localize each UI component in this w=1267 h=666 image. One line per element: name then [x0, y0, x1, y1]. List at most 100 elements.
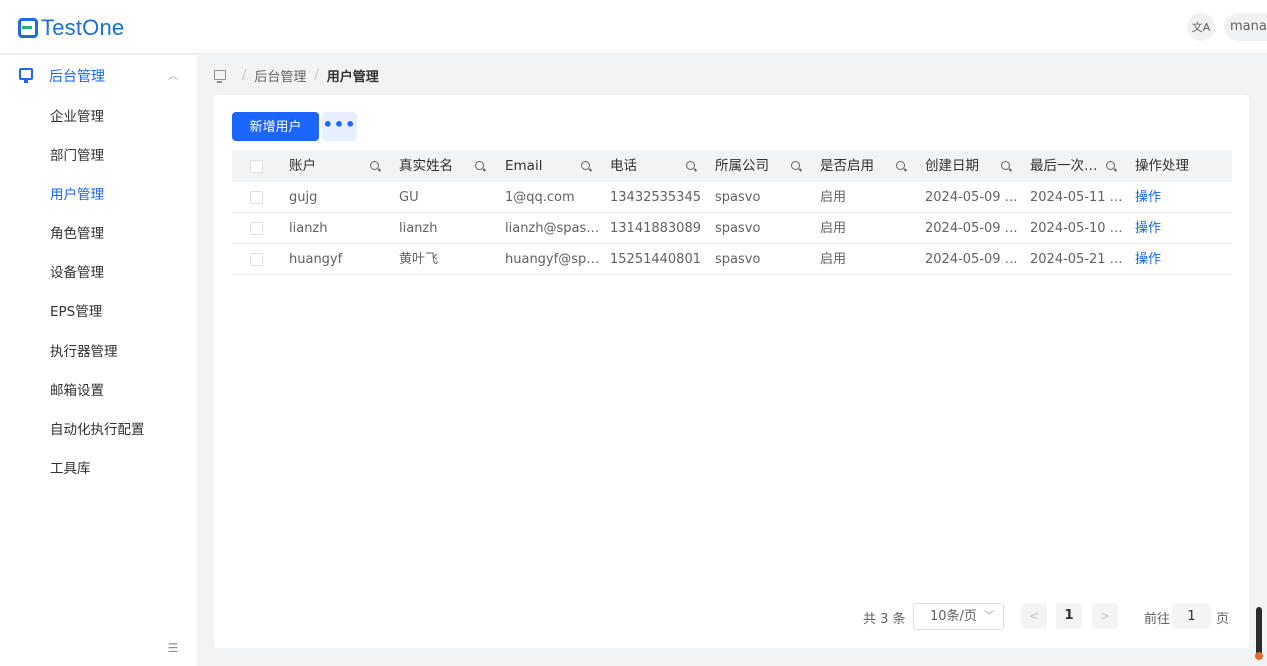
column-header-account: 账户	[289, 158, 316, 174]
sidebar-item-label: 企业管理	[50, 109, 104, 125]
breadcrumb-current: 用户管理	[326, 69, 379, 85]
goto-label: 前往	[1144, 612, 1171, 627]
column-header-actions: 操作处理	[1135, 158, 1189, 174]
sidebar: 后台管理 ︿ 企业管理 部门管理 用户管理 角色管理 设备管理 EPS管理 执行…	[0, 55, 197, 666]
page-size-select[interactable]: 10条/页 ﹀	[913, 603, 1004, 630]
column-header-enabled: 是否启用	[820, 158, 874, 174]
cell-real-name: GU	[399, 190, 419, 205]
column-header-company: 所属公司	[715, 158, 769, 174]
search-icon[interactable]	[896, 161, 905, 170]
logo-text: TestOne	[41, 15, 125, 40]
sidebar-item-eps[interactable]: EPS管理	[0, 290, 197, 329]
cell-enabled: 启用	[820, 190, 847, 205]
cell-real-name: lianzh	[399, 221, 438, 236]
pagination-total: 共 3 条	[863, 612, 906, 627]
user-menu[interactable]: manager	[1224, 13, 1267, 41]
search-icon[interactable]	[686, 161, 695, 170]
cell-company: spasvo	[715, 252, 761, 267]
sidebar-item-roles[interactable]: 角色管理	[0, 212, 197, 251]
search-icon[interactable]	[581, 161, 590, 170]
more-actions-button[interactable]: •••	[322, 112, 357, 141]
goto-suffix: 页	[1216, 612, 1230, 627]
cell-company: spasvo	[715, 190, 761, 205]
cell-phone: 13432535345	[610, 190, 701, 205]
cell-enabled: 启用	[820, 221, 847, 236]
table-row: gujg GU 1@qq.com 13432535345 spasvo 启用 2…	[232, 182, 1232, 213]
cell-account: gujg	[289, 190, 318, 205]
sidebar-item-label: 工具库	[50, 461, 91, 477]
cell-email: lianzh@spas…	[505, 221, 600, 236]
cell-enabled: 启用	[820, 252, 847, 267]
monitor-icon	[214, 70, 226, 83]
column-header-phone: 电话	[610, 158, 637, 174]
translate-icon[interactable]: 文A	[1187, 13, 1215, 41]
sidebar-item-automation-config[interactable]: 自动化执行配置	[0, 408, 197, 447]
scrollbar-thumb[interactable]	[1255, 607, 1263, 660]
user-management-card: 新增用户 ••• 账户 真实姓名 Email 电话 所属公司 是否启用 创建日期…	[214, 95, 1249, 648]
goto-page-input[interactable]	[1172, 603, 1211, 629]
page-number-1[interactable]: 1	[1056, 603, 1082, 629]
users-table: 账户 真实姓名 Email 电话 所属公司 是否启用 创建日期 最后一次… 操作…	[232, 150, 1232, 275]
next-page-button[interactable]: >	[1092, 603, 1118, 629]
column-header-email: Email	[505, 158, 543, 174]
column-header-last: 最后一次…	[1030, 158, 1098, 174]
sidebar-item-company[interactable]: 企业管理	[0, 95, 197, 134]
table-row: lianzh lianzh lianzh@spas… 13141883089 s…	[232, 213, 1232, 244]
search-icon[interactable]	[1001, 161, 1010, 170]
sidebar-item-label: 用户管理	[50, 187, 104, 203]
cell-phone: 13141883089	[610, 221, 701, 236]
sidebar-group-label: 后台管理	[49, 69, 105, 85]
sidebar-item-devices[interactable]: 设备管理	[0, 251, 197, 290]
sidebar-item-executors[interactable]: 执行器管理	[0, 330, 197, 369]
sidebar-item-toolbox[interactable]: 工具库	[0, 447, 197, 486]
monitor-icon	[19, 68, 33, 83]
cell-account: lianzh	[289, 221, 328, 236]
sidebar-group-admin[interactable]: 后台管理 ︿	[0, 55, 197, 95]
row-checkbox[interactable]	[250, 222, 263, 235]
logo[interactable]: TestOne	[18, 15, 124, 41]
row-checkbox[interactable]	[250, 253, 263, 266]
breadcrumb: / 后台管理 / 用户管理	[214, 66, 379, 85]
cell-phone: 15251440801	[610, 252, 701, 267]
sidebar-item-label: 部门管理	[50, 148, 104, 164]
search-icon[interactable]	[475, 161, 484, 170]
cell-last: 2024-05-11 …	[1030, 190, 1123, 205]
prev-page-button[interactable]: <	[1021, 603, 1047, 629]
menu-fold-icon[interactable]: ☰	[165, 641, 181, 655]
top-header: TestOne 文A manager	[0, 0, 1267, 54]
breadcrumb-separator: /	[242, 67, 247, 83]
breadcrumb-separator: /	[314, 67, 319, 83]
column-header-created: 创建日期	[925, 158, 979, 174]
sidebar-item-label: 自动化执行配置	[50, 422, 145, 438]
breadcrumb-parent[interactable]: 后台管理	[254, 66, 306, 85]
chevron-down-icon: ﹀	[984, 611, 994, 622]
sidebar-item-users[interactable]: 用户管理	[0, 173, 197, 212]
sidebar-item-department[interactable]: 部门管理	[0, 134, 197, 173]
cell-created: 2024-05-09 …	[925, 190, 1018, 205]
operate-link[interactable]: 操作	[1135, 182, 1195, 212]
operate-link[interactable]: 操作	[1135, 244, 1195, 274]
page-size-value: 10条/页	[930, 609, 977, 624]
search-icon[interactable]	[370, 161, 379, 170]
column-header-real-name: 真实姓名	[399, 158, 453, 174]
table-header: 账户 真实姓名 Email 电话 所属公司 是否启用 创建日期 最后一次… 操作…	[232, 150, 1232, 182]
table-row: huangyf 黄叶飞 huangyf@sp… 15251440801 spas…	[232, 244, 1232, 275]
cell-real-name: 黄叶飞	[399, 252, 439, 267]
search-icon[interactable]	[1106, 161, 1115, 170]
operate-link[interactable]: 操作	[1135, 213, 1195, 243]
add-user-button[interactable]: 新增用户	[232, 112, 319, 141]
row-checkbox[interactable]	[250, 191, 263, 204]
cell-company: spasvo	[715, 221, 761, 236]
cell-created: 2024-05-09 …	[925, 221, 1018, 236]
select-all-checkbox[interactable]	[250, 160, 263, 173]
search-icon[interactable]	[791, 161, 800, 170]
cell-last: 2024-05-21 …	[1030, 252, 1123, 267]
chevron-up-icon: ︿	[168, 71, 178, 82]
sidebar-item-label: EPS管理	[50, 304, 103, 320]
sidebar-item-label: 设备管理	[50, 265, 104, 281]
sidebar-item-mail-settings[interactable]: 邮箱设置	[0, 369, 197, 408]
cell-created: 2024-05-09 …	[925, 252, 1018, 267]
sidebar-item-label: 邮箱设置	[50, 383, 104, 399]
cell-account: huangyf	[289, 252, 343, 267]
sidebar-item-label: 角色管理	[50, 226, 104, 242]
